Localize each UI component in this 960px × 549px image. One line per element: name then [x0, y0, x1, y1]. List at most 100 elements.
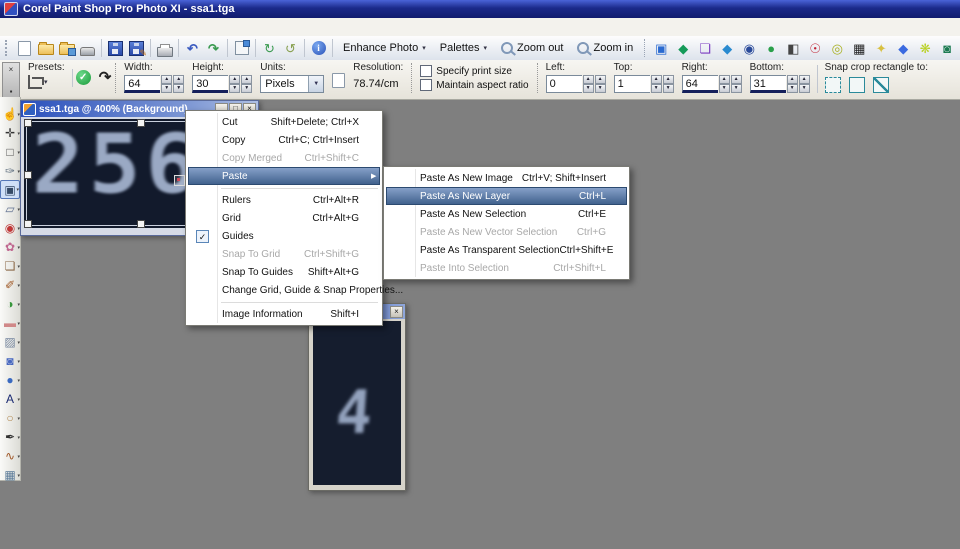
effect-button-compass[interactable]: ◉	[738, 38, 760, 58]
field-value[interactable]: 30	[192, 75, 228, 93]
field-value[interactable]: 31	[750, 75, 786, 93]
menu-item-image-information[interactable]: Image Information Shift+I	[188, 305, 380, 323]
tool-button-crop[interactable]: ▣ ▾	[0, 180, 20, 199]
open-button[interactable]	[35, 38, 56, 58]
spin-up-button[interactable]: ▲	[719, 75, 730, 84]
slider-up-button[interactable]: ▲	[241, 75, 252, 84]
tool-button-clone-brush[interactable]: ❏ ▾	[0, 256, 20, 275]
menu-item-paste-as-transparent-selection[interactable]: Paste As Transparent Selection Ctrl+Shif…	[386, 241, 627, 259]
effect-button-green-orb[interactable]: ●	[760, 38, 782, 58]
capture-setup-button[interactable]: ↺	[280, 38, 301, 58]
menu-item-snap-to-grid[interactable]: Snap To Grid Ctrl+Shift+G	[188, 245, 380, 263]
menu-item-change-grid-guide-snap[interactable]: Change Grid, Guide & Snap Properties...	[188, 281, 380, 299]
spin-down-button[interactable]: ▼	[229, 84, 240, 93]
tool-button-move[interactable]: ✛ ▾	[0, 123, 20, 142]
menu-item-paste-as-new-vector-selection[interactable]: Paste As New Vector Selection Ctrl+G	[386, 223, 627, 241]
slider-down-button[interactable]: ▼	[731, 84, 742, 93]
slider-down-button[interactable]: ▼	[241, 84, 252, 93]
spin-down-button[interactable]: ▼	[161, 84, 172, 93]
spin-up-button[interactable]: ▲	[787, 75, 798, 84]
tool-button-warp-brush[interactable]: ∿ ▾	[0, 446, 20, 465]
effect-button-sunburst[interactable]: ❋	[914, 38, 936, 58]
palette-grip[interactable]: × ▪	[2, 62, 20, 99]
crop-handle[interactable]	[24, 119, 32, 127]
slider-down-button[interactable]: ▼	[663, 84, 674, 93]
snap-current-selection-button[interactable]	[873, 77, 889, 93]
spin-up-button[interactable]: ▲	[651, 75, 662, 84]
clear-crop-button[interactable]: ↷	[99, 70, 112, 85]
tool-button-pen[interactable]: ✒ ▾	[0, 427, 20, 446]
twain-acquire-button[interactable]	[77, 38, 98, 58]
menu-item-rulers[interactable]: Rulers Ctrl+Alt+R	[188, 191, 380, 209]
crop-handle[interactable]	[24, 220, 32, 228]
menu-item-cut[interactable]: Cut Shift+Delete; Ctrl+X	[188, 113, 380, 131]
effect-button-blue-diamond-box[interactable]: ◆	[716, 38, 738, 58]
units-dropdown[interactable]: Pixels▼	[260, 75, 324, 93]
pin-icon[interactable]: ▪	[10, 87, 13, 96]
spin-down-button[interactable]: ▼	[651, 84, 662, 93]
effect-button-green-swirl[interactable]: ◙	[936, 38, 958, 58]
crop-pivot-point[interactable]	[174, 175, 185, 186]
tool-button-red-eye[interactable]: ◉ ▾	[0, 218, 20, 237]
close-button[interactable]: ×	[390, 306, 403, 318]
image-canvas[interactable]: 4	[313, 321, 401, 485]
flyout-arrow-icon[interactable]: ▾	[17, 302, 20, 308]
tool-button-paint-brush[interactable]: ✐ ▾	[0, 275, 20, 294]
spin-up-button[interactable]: ▲	[229, 75, 240, 84]
resize-button[interactable]	[231, 38, 252, 58]
tool-button-eraser[interactable]: ▬ ▾	[0, 313, 20, 332]
menu-item-paste-into-selection[interactable]: Paste Into Selection Ctrl+Shift+L	[386, 259, 627, 277]
tool-button-flood-fill[interactable]: ◙ ▾	[0, 351, 20, 370]
effect-button-blue-gem[interactable]: ◆	[892, 38, 914, 58]
slider-up-button[interactable]: ▲	[731, 75, 742, 84]
tool-button-preset-shape[interactable]: ○ ▾	[0, 408, 20, 427]
flyout-arrow-icon[interactable]: ▾	[17, 359, 20, 365]
menu-item-paste-as-new-image[interactable]: Paste As New Image Ctrl+V; Shift+Insert	[386, 169, 627, 187]
close-icon[interactable]: ×	[9, 65, 14, 74]
effect-button-green-diamond[interactable]: ◆	[672, 38, 694, 58]
flyout-arrow-icon[interactable]: ▾	[17, 416, 20, 422]
slider-up-button[interactable]: ▲	[595, 75, 606, 84]
capture-button[interactable]: ↻	[259, 38, 280, 58]
flyout-arrow-icon[interactable]: ▾	[17, 321, 20, 327]
effect-button-red-seal[interactable]: ☉	[804, 38, 826, 58]
tool-button-text[interactable]: A ▾	[0, 389, 20, 408]
tool-button-makeover[interactable]: ✿ ▾	[0, 237, 20, 256]
menu-item-copy-merged[interactable]: Copy Merged Ctrl+Shift+C	[188, 149, 380, 167]
apply-crop-button[interactable]: ✓	[76, 70, 91, 85]
flyout-arrow-icon[interactable]: ▾	[17, 378, 20, 384]
slider-up-button[interactable]: ▲	[799, 75, 810, 84]
crop-handle[interactable]	[137, 119, 145, 127]
redo-button[interactable]: ↷	[203, 38, 224, 58]
menu-item-paste-as-new-layer[interactable]: Paste As New Layer Ctrl+L	[386, 187, 627, 205]
tool-button-dropper[interactable]: ✑ ▾	[0, 161, 20, 180]
flyout-arrow-icon[interactable]: ▾	[17, 454, 20, 460]
menu-item-paste-as-new-selection[interactable]: Paste As New Selection Ctrl+E	[386, 205, 627, 223]
enhance-photo-button[interactable]: Enhance Photo▾	[336, 42, 433, 54]
tool-button-color-changer[interactable]: ◑ ▾	[0, 294, 20, 313]
effect-button-weave-pattern[interactable]: ▦	[848, 38, 870, 58]
effect-button-sparkle-dots[interactable]: ✦	[870, 38, 892, 58]
print-button[interactable]	[154, 38, 175, 58]
effect-button-yellow-ring[interactable]: ◎	[826, 38, 848, 58]
slider-up-button[interactable]: ▲	[663, 75, 674, 84]
zoom-in-button[interactable]: Zoom in	[570, 42, 640, 54]
toolbar-grip[interactable]	[5, 40, 11, 56]
slider-up-button[interactable]: ▲	[173, 75, 184, 84]
menu-item-snap-to-guides[interactable]: Snap To Guides Shift+Alt+G	[188, 263, 380, 281]
specify-print-size-option[interactable]: Specify print size	[420, 65, 528, 77]
maintain-aspect-ratio-option[interactable]: Maintain aspect ratio	[420, 79, 528, 91]
flyout-arrow-icon[interactable]: ▾	[17, 473, 20, 479]
spin-down-button[interactable]: ▼	[787, 84, 798, 93]
tool-button-straighten[interactable]: ▱ ▾	[0, 199, 20, 218]
menu-item-copy[interactable]: Copy Ctrl+C; Ctrl+Insert	[188, 131, 380, 149]
flyout-arrow-icon[interactable]: ▾	[17, 397, 20, 403]
field-value[interactable]: 1	[614, 75, 650, 93]
snap-merged-opaque-button[interactable]	[849, 77, 865, 93]
slider-down-button[interactable]: ▼	[799, 84, 810, 93]
spin-up-button[interactable]: ▲	[583, 75, 594, 84]
crop-handle[interactable]	[24, 171, 32, 179]
slider-down-button[interactable]: ▼	[595, 84, 606, 93]
flyout-arrow-icon[interactable]: ▾	[16, 187, 19, 193]
tool-button-mesh-warp[interactable]: ▦ ▾	[0, 465, 20, 484]
